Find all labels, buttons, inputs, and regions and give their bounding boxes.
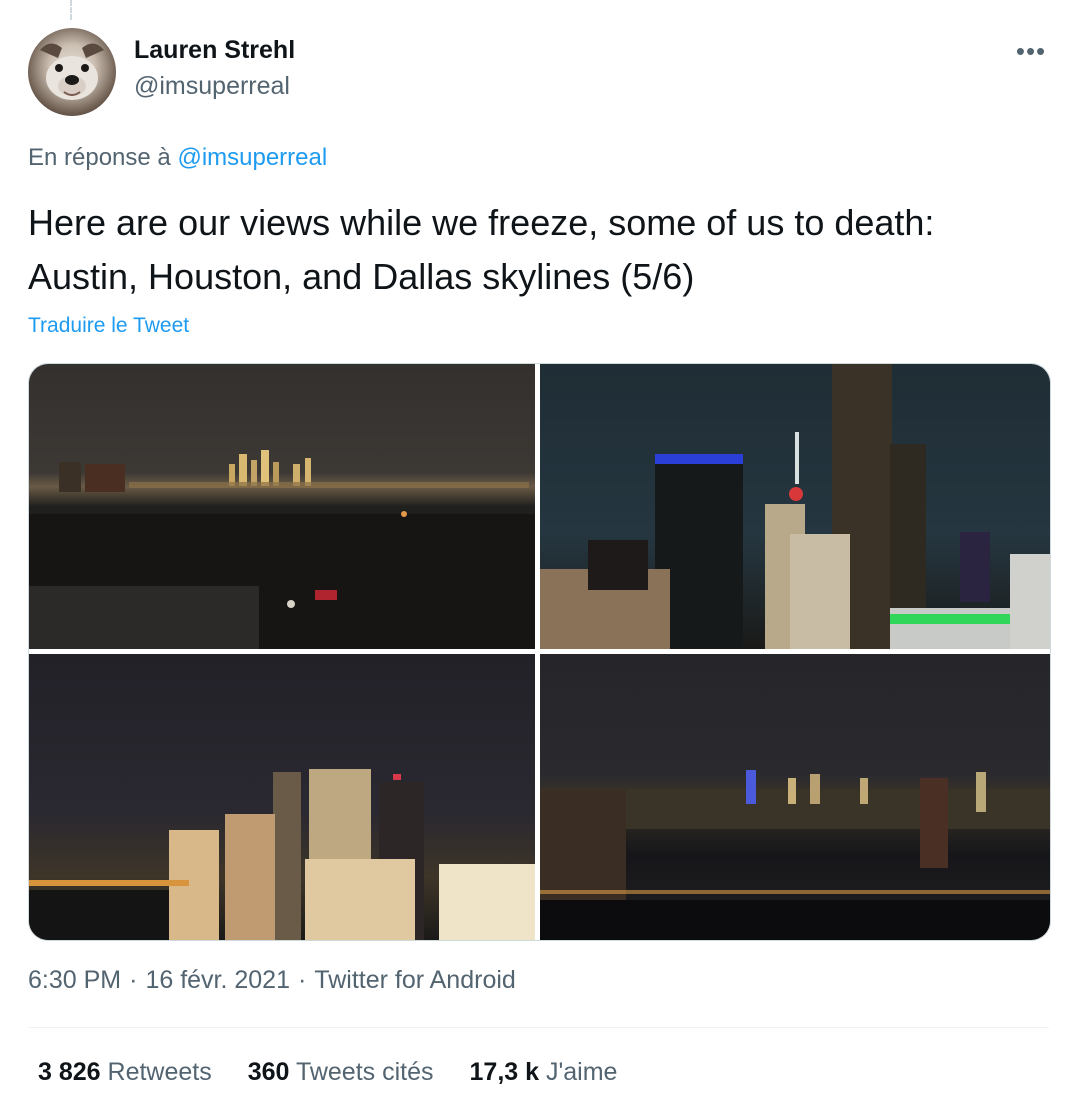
quote-tweets-stat[interactable]: 360 Tweets cités — [248, 1058, 434, 1087]
meta-separator: · — [129, 966, 138, 994]
retweets-count: 3 826 — [38, 1058, 101, 1086]
retweets-label: Retweets — [107, 1058, 212, 1086]
likes-label: J'aime — [545, 1058, 618, 1086]
reply-prefix: En réponse à — [28, 144, 171, 171]
author-name[interactable]: Lauren Strehl — [134, 36, 295, 65]
author-handle[interactable]: @imsuperreal — [134, 72, 290, 101]
quote-tweets-label: Tweets cités — [295, 1058, 434, 1086]
tweet-time[interactable]: 6:30 PM — [28, 966, 121, 994]
tweet-metadata: 6:30 PM · 16 févr. 2021 · Twitter for Androi… — [28, 966, 516, 995]
reply-context: En réponse à @imsuperreal — [28, 144, 327, 172]
translate-tweet-link[interactable]: Traduire le Tweet — [28, 314, 189, 338]
photo-dallas-skyline[interactable] — [540, 364, 1050, 649]
tweet-source[interactable]: Twitter for Android — [314, 966, 515, 994]
tweet-text: Here are our views while we freeze, some… — [28, 202, 935, 297]
likes-count: 17,3 k — [469, 1058, 540, 1086]
engagement-stats: 3 826 Retweets 360 Tweets cités 17,3 k J… — [38, 1058, 617, 1087]
meta-separator: · — [298, 966, 307, 994]
tweet-date[interactable]: 16 févr. 2021 — [145, 966, 290, 994]
thread-connector — [70, 0, 76, 20]
avatar-image — [40, 43, 104, 100]
photo-austin-river-skyline[interactable] — [29, 654, 535, 940]
retweets-stat[interactable]: 3 826 Retweets — [38, 1058, 212, 1087]
reply-handle-link[interactable]: @imsuperreal — [177, 144, 327, 171]
more-options-button[interactable]: ••• — [1014, 36, 1048, 66]
quote-tweets-count: 360 — [247, 1058, 290, 1086]
photo-houston-skyline[interactable] — [29, 364, 535, 649]
media-grid — [28, 363, 1051, 941]
divider — [28, 1027, 1049, 1028]
photo-austin-wide-skyline[interactable] — [540, 654, 1050, 940]
likes-stat[interactable]: 17,3 k J'aime — [470, 1058, 618, 1087]
avatar[interactable] — [28, 28, 116, 116]
more-horizontal-icon: ••• — [1015, 36, 1047, 66]
